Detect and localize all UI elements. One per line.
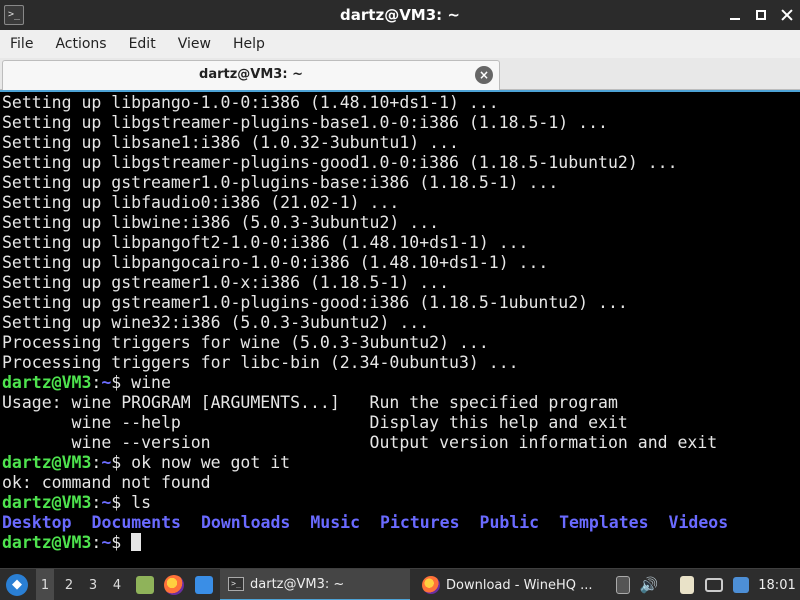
output-line: Setting up libgstreamer-plugins-base1.0-… [2,113,608,132]
firefox-icon [422,576,440,594]
prompt-separator: : [91,493,102,512]
output-line: Setting up libgstreamer-plugins-good1.0-… [2,153,678,172]
output-line: Setting up wine32:i386 (5.0.3-3ubuntu2) … [2,313,430,332]
task-firefox[interactable]: Download - WineHQ ... [414,569,610,600]
menu-bar: File Actions Edit View Help [0,30,800,58]
volume-icon[interactable]: 🔊 [638,569,660,600]
clipboard-icon [616,576,630,594]
error-line: ok: command not found [2,473,211,492]
minimize-icon[interactable] [728,8,742,22]
prompt-path: ~ [101,533,112,552]
lubuntu-logo-icon: ◆ [6,574,28,596]
firefox-launcher[interactable] [162,569,186,600]
output-line: Setting up libpangoft2-1.0-0:i386 (1.48.… [2,233,529,252]
command-text: wine [131,373,171,392]
output-line: Setting up libsane1:i386 (1.0.32-3ubuntu… [2,133,459,152]
prompt-line: dartz@VM3:~$ ok now we got it [2,453,800,473]
prompt-user: dartz@VM3 [2,453,92,472]
network-tray[interactable] [702,569,726,600]
dir-videos: Videos [668,513,729,532]
prompt-line[interactable]: dartz@VM3:~$ [2,533,800,553]
output-line: Setting up gstreamer1.0-x:i386 (1.18.5-1… [2,273,450,292]
usage-line: Usage: wine PROGRAM [ARGUMENTS...] Run t… [2,393,618,412]
prompt-user: dartz@VM3 [2,493,92,512]
prompt-symbol: $ [111,453,132,472]
prompt-symbol: $ [111,373,132,392]
terminal-icon: >_ [228,577,244,591]
prompt-user: dartz@VM3 [2,533,92,552]
window-titlebar: >_ dartz@VM3: ~ [0,0,800,30]
prompt-path: ~ [101,453,112,472]
menu-edit[interactable]: Edit [123,36,162,52]
dir-desktop: Desktop [2,513,72,532]
desktop-icon [195,576,213,594]
prompt-separator: : [91,373,102,392]
dir-public: Public [479,513,540,532]
output-line: Processing triggers for wine (5.0.3-3ubu… [2,333,489,352]
prompt-line: dartz@VM3:~$ wine [2,373,800,393]
dir-documents: Documents [91,513,181,532]
file-manager-launcher[interactable] [134,569,156,600]
workspace-4[interactable]: 4 [108,569,126,600]
tab-close-icon[interactable]: × [475,66,493,84]
notes-tray[interactable] [676,569,698,600]
dir-templates: Templates [559,513,649,532]
notes-icon [680,576,694,594]
dir-music: Music [310,513,361,532]
text-cursor [131,533,142,551]
usage-line: wine --help Display this help and exit [2,413,628,432]
tab-label: dartz@VM3: ~ [199,67,303,82]
menu-view[interactable]: View [172,36,217,52]
prompt-user: dartz@VM3 [2,373,92,392]
ls-output: Desktop Documents Downloads Music Pictur… [2,513,800,533]
dir-downloads: Downloads [200,513,291,532]
prompt-path: ~ [101,373,112,392]
tab-terminal[interactable]: dartz@VM3: ~ × [2,60,500,90]
update-tray[interactable] [730,569,752,600]
task-label: Download - WineHQ ... [446,577,593,593]
output-line: Setting up libpangocairo-1.0-0:i386 (1.4… [2,253,549,272]
prompt-symbol: $ [111,533,132,552]
firefox-icon [164,575,184,595]
update-notifier-icon [733,577,749,593]
command-text: ok now we got it [131,453,291,472]
show-desktop-launcher[interactable] [192,569,216,600]
workspace-1[interactable]: 1 [36,569,54,600]
workspace-3[interactable]: 3 [84,569,102,600]
output-line: Setting up libfaudio0:i386 (21.02-1) ... [2,193,400,212]
menu-file[interactable]: File [4,36,39,52]
prompt-separator: : [91,533,102,552]
prompt-separator: : [91,453,102,472]
clock[interactable]: 18:01 [756,569,798,600]
usage-line: wine --version Output version informatio… [2,433,718,452]
prompt-line: dartz@VM3:~$ ls [2,493,800,513]
menu-actions[interactable]: Actions [49,36,112,52]
task-terminal[interactable]: >_ dartz@VM3: ~ [220,569,410,600]
tab-bar: dartz@VM3: ~ × [0,58,800,90]
command-text: ls [131,493,152,512]
output-line: Setting up gstreamer1.0-plugins-good:i38… [2,293,628,312]
menu-help[interactable]: Help [227,36,271,52]
window-title: dartz@VM3: ~ [340,6,460,24]
output-line: Setting up gstreamer1.0-plugins-base:i38… [2,173,559,192]
output-line: Setting up libwine:i386 (5.0.3-3ubuntu2)… [2,213,440,232]
window-controls [728,0,794,30]
prompt-symbol: $ [111,493,132,512]
prompt-path: ~ [101,493,112,512]
network-icon [705,578,723,592]
start-menu-button[interactable]: ◆ [4,569,30,600]
dir-pictures: Pictures [380,513,460,532]
task-label: dartz@VM3: ~ [250,576,345,592]
taskbar: ◆ 1 2 3 4 >_ dartz@VM3: ~ Download - Win… [0,568,800,600]
output-line: Setting up libpango-1.0-0:i386 (1.48.10+… [2,93,499,112]
close-icon[interactable] [780,8,794,22]
terminal-output[interactable]: Setting up libpango-1.0-0:i386 (1.48.10+… [0,90,800,568]
output-line: Processing triggers for libc-bin (2.34-0… [2,353,519,372]
file-manager-icon [136,576,154,594]
maximize-icon[interactable] [754,8,768,22]
workspace-2[interactable]: 2 [60,569,78,600]
screenshot-tray[interactable] [612,569,634,600]
